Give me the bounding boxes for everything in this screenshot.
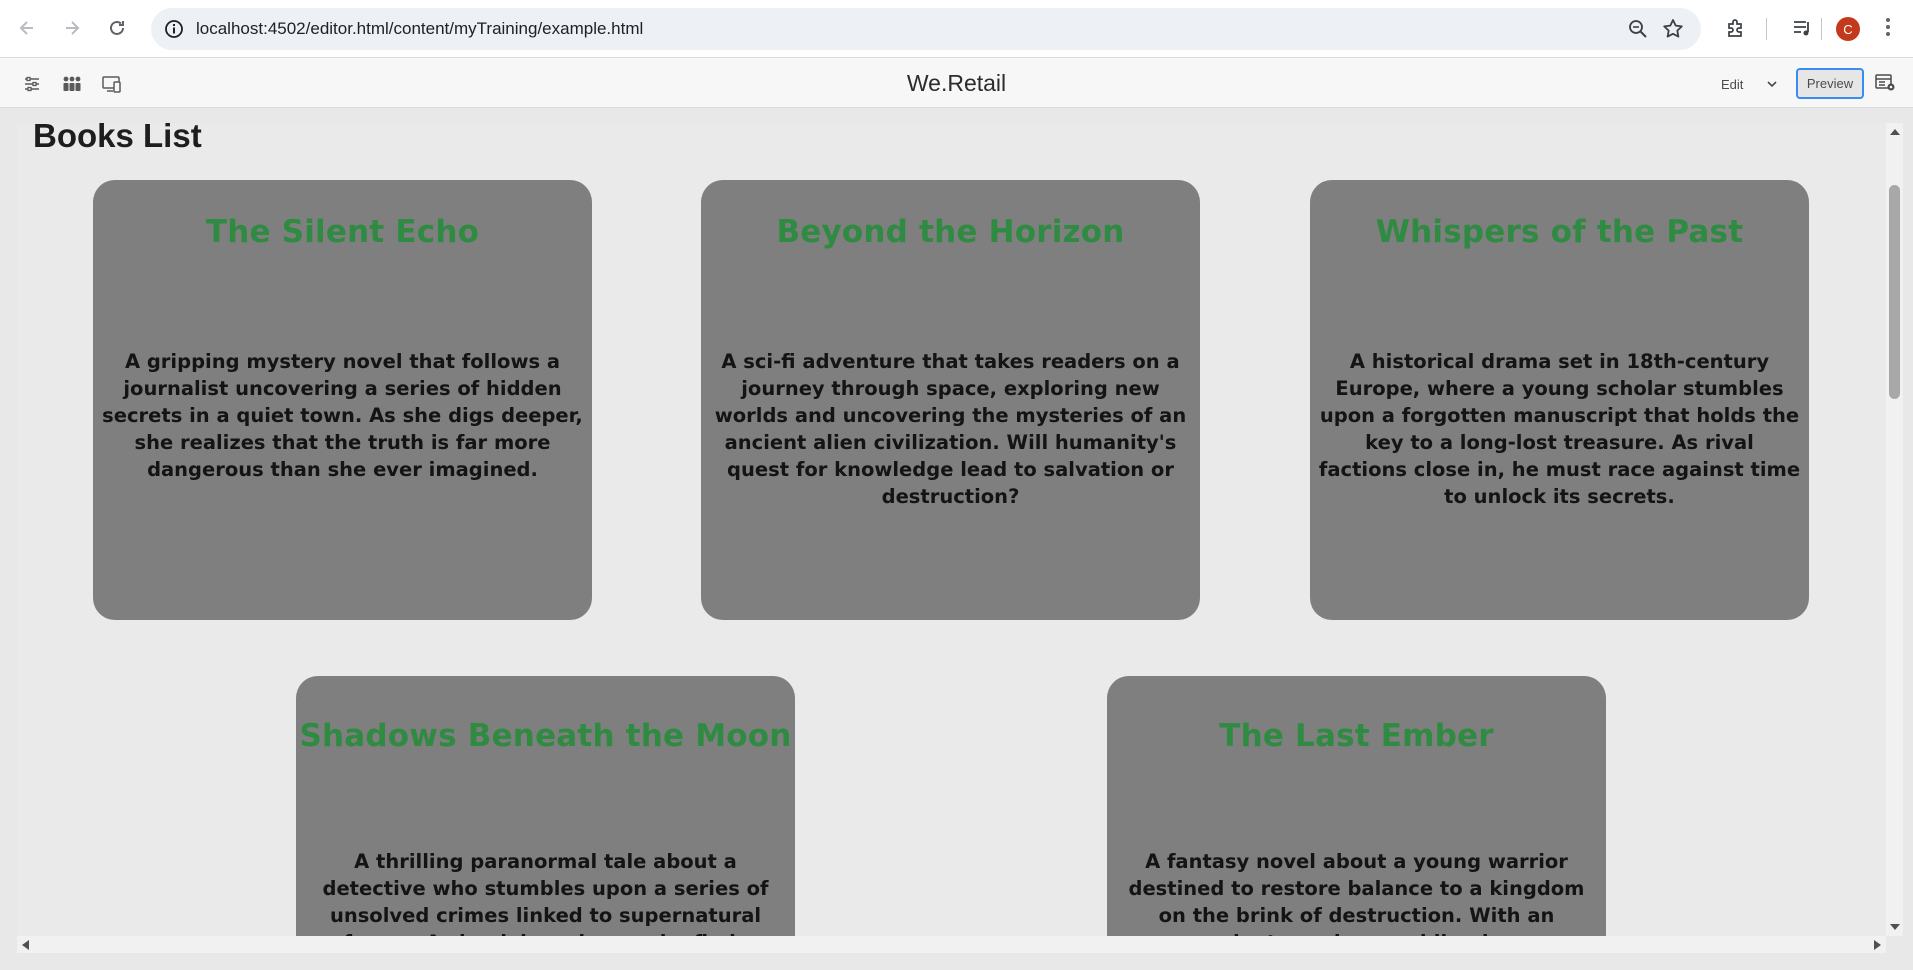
emulator-icon[interactable] bbox=[99, 71, 125, 97]
horizontal-scrollbar[interactable] bbox=[17, 936, 1886, 953]
page-viewport: Books List The Silent Echo A gripping my… bbox=[17, 123, 1886, 936]
book-title: Whispers of the Past bbox=[1375, 214, 1744, 250]
bookmark-star-icon[interactable] bbox=[1661, 17, 1685, 41]
more-menu-icon[interactable] bbox=[1885, 16, 1891, 40]
browser-toolbar: localhost:4502/editor.html/content/myTra… bbox=[0, 0, 1913, 57]
reload-icon[interactable] bbox=[102, 13, 132, 43]
scroll-right-arrow[interactable] bbox=[1874, 940, 1881, 950]
extensions-icon[interactable] bbox=[1722, 14, 1750, 42]
book-card[interactable]: The Last Ember A fantasy novel about a y… bbox=[1107, 676, 1606, 936]
book-card[interactable]: Whispers of the Past A historical drama … bbox=[1310, 180, 1809, 620]
book-description: A historical drama set in 18th-century E… bbox=[1318, 350, 1801, 508]
mode-selector[interactable]: Edit bbox=[1710, 70, 1792, 98]
toolbar-separator bbox=[1766, 18, 1767, 40]
scroll-thumb[interactable] bbox=[1889, 185, 1900, 399]
toolbar-separator bbox=[1821, 18, 1822, 40]
vertical-scrollbar[interactable] bbox=[1886, 123, 1903, 936]
mode-label: Edit bbox=[1721, 76, 1744, 92]
book-card[interactable]: Shadows Beneath the Moon A thrilling par… bbox=[296, 676, 795, 936]
book-description: A gripping mystery novel that follows a … bbox=[102, 350, 583, 481]
page-properties-icon[interactable] bbox=[19, 71, 45, 97]
book-title: Beyond the Horizon bbox=[776, 214, 1125, 250]
forward-icon[interactable] bbox=[57, 13, 87, 43]
scroll-up-arrow[interactable] bbox=[1890, 129, 1900, 135]
book-title: Shadows Beneath the Moon bbox=[299, 718, 792, 754]
book-title: The Last Ember bbox=[1219, 718, 1494, 754]
book-description: A sci-fi adventure that takes readers on… bbox=[714, 350, 1187, 508]
editor-canvas: Books List The Silent Echo A gripping my… bbox=[0, 108, 1913, 970]
editor-toolbar: We.Retail Edit Preview bbox=[0, 57, 1913, 108]
side-panel-icon[interactable] bbox=[1874, 71, 1900, 97]
preview-button[interactable]: Preview bbox=[1796, 68, 1864, 99]
book-card[interactable]: The Silent Echo A gripping mystery novel… bbox=[93, 180, 592, 620]
media-controls-icon[interactable] bbox=[1788, 14, 1816, 42]
url-text[interactable]: localhost:4502/editor.html/content/myTra… bbox=[196, 19, 643, 39]
zoom-icon[interactable] bbox=[1627, 18, 1649, 40]
book-title: The Silent Echo bbox=[205, 214, 480, 250]
book-description: A fantasy novel about a young warrior de… bbox=[1128, 850, 1585, 936]
scroll-down-arrow[interactable] bbox=[1890, 924, 1900, 930]
back-icon[interactable] bbox=[12, 13, 42, 43]
address-bar[interactable]: localhost:4502/editor.html/content/myTra… bbox=[151, 8, 1701, 50]
book-card[interactable]: Beyond the Horizon A sci-fi adventure th… bbox=[701, 180, 1200, 620]
site-title: We.Retail bbox=[906, 70, 1007, 96]
book-description: A thrilling paranormal tale about a dete… bbox=[322, 850, 769, 936]
scroll-left-arrow[interactable] bbox=[22, 940, 29, 950]
page-title: Books List bbox=[33, 123, 202, 154]
annotations-icon[interactable] bbox=[59, 71, 85, 97]
profile-avatar[interactable]: C bbox=[1836, 17, 1860, 41]
site-info-icon[interactable] bbox=[163, 18, 185, 40]
chevron-down-icon bbox=[1767, 81, 1777, 88]
